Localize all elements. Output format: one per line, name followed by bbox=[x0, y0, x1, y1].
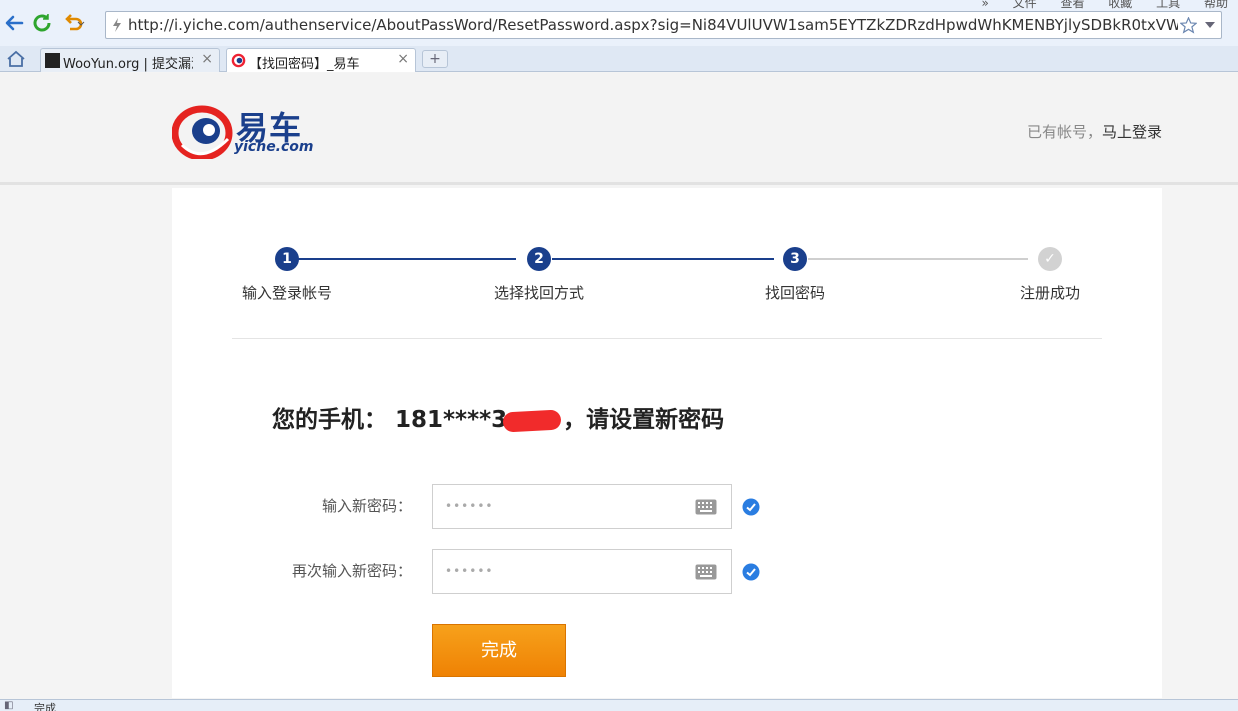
divider bbox=[232, 338, 1102, 339]
logo-text-en: yiche.com bbox=[234, 139, 314, 155]
step-3-label: 找回密码 bbox=[764, 284, 826, 302]
password-mask: •••••• bbox=[445, 499, 494, 513]
status-icon: ◧ bbox=[4, 700, 14, 711]
redaction-mark bbox=[502, 408, 562, 433]
favorite-star-icon[interactable] bbox=[1180, 17, 1197, 34]
new-password-label: 输入新密码： bbox=[321, 497, 412, 515]
menu-tools[interactable]: 工具 bbox=[1156, 0, 1180, 10]
url-input[interactable]: http://i.yiche.com/authenservice/AboutPa… bbox=[105, 11, 1222, 39]
yiche-favicon-icon bbox=[231, 53, 246, 68]
home-icon[interactable] bbox=[6, 50, 26, 68]
valid-check-icon bbox=[742, 498, 760, 516]
close-icon[interactable]: × bbox=[397, 51, 409, 67]
site-header: 易车 yiche.com 已有帐号，马上登录 bbox=[0, 73, 1238, 185]
step-4-label: 注册成功 bbox=[1019, 284, 1081, 302]
step-2-label: 选择找回方式 bbox=[493, 284, 585, 302]
lightning-icon bbox=[113, 18, 121, 32]
phone-number: 181****3 bbox=[395, 407, 508, 433]
password-mask: •••••• bbox=[445, 564, 494, 578]
tab-yiche[interactable]: 【找回密码】_易车 × bbox=[226, 48, 416, 72]
yiche-logo-mark-icon bbox=[172, 105, 233, 159]
step-4-check-icon: ✓ bbox=[1038, 247, 1062, 271]
step-3-circle: 3 bbox=[783, 247, 807, 271]
undo-icon[interactable] bbox=[62, 11, 86, 35]
title-prefix: 您的手机： bbox=[272, 407, 387, 433]
menu-view[interactable]: 查看 bbox=[1060, 0, 1084, 10]
yiche-logo[interactable]: 易车 yiche.com bbox=[172, 103, 314, 163]
keyboard-icon[interactable] bbox=[695, 499, 717, 515]
menu-file[interactable]: 文件 bbox=[1013, 0, 1037, 10]
new-password-input[interactable]: •••••• bbox=[432, 484, 732, 529]
step-1-circle: 1 bbox=[275, 247, 299, 271]
step-connector bbox=[552, 258, 774, 260]
confirm-password-label: 再次输入新密码： bbox=[291, 562, 412, 580]
step-connector bbox=[298, 258, 516, 260]
step-2-circle: 2 bbox=[527, 247, 551, 271]
tab-label: 【找回密码】_易车 bbox=[249, 57, 360, 72]
browser-address-bar: http://i.yiche.com/authenservice/AboutPa… bbox=[0, 0, 1238, 46]
valid-check-icon bbox=[742, 563, 760, 581]
dropdown-arrow-icon[interactable] bbox=[1205, 22, 1215, 29]
title-suffix: ，请设置新密码 bbox=[563, 407, 725, 433]
submit-button[interactable]: 完成 bbox=[432, 624, 566, 677]
login-link[interactable]: 马上登录 bbox=[1102, 123, 1162, 141]
tab-wooyun[interactable]: WooYun.org | 提交漏洞 × bbox=[40, 48, 220, 72]
login-prompt: 已有帐号， bbox=[1026, 123, 1102, 141]
wooyun-favicon-icon bbox=[45, 53, 60, 68]
reset-password-card: 1 2 3 ✓ 输入登录帐号 选择找回方式 找回密码 注册成功 您的手机： 18… bbox=[172, 188, 1162, 698]
new-tab-button[interactable]: + bbox=[422, 50, 448, 68]
menu-favorites[interactable]: 收藏 bbox=[1108, 0, 1132, 10]
status-text: 完成 bbox=[34, 702, 56, 711]
tab-label: WooYun.org | 提交漏洞 bbox=[63, 57, 193, 72]
browser-tab-bar: WooYun.org | 提交漏洞 × 【找回密码】_易车 × bbox=[0, 46, 1238, 72]
login-area: 已有帐号，马上登录 bbox=[1027, 121, 1162, 142]
progress-steps: 1 2 3 ✓ 输入登录帐号 选择找回方式 找回密码 注册成功 bbox=[232, 246, 1102, 306]
browser-status-bar: ◧ 完成 bbox=[0, 699, 1238, 711]
browser-menu: » 文件 查看 收藏 工具 帮助 bbox=[961, 0, 1228, 11]
confirm-password-input[interactable]: •••••• bbox=[432, 549, 732, 594]
step-1-label: 输入登录帐号 bbox=[241, 284, 333, 302]
refresh-icon[interactable] bbox=[30, 11, 54, 35]
back-arrow-icon[interactable] bbox=[2, 11, 26, 35]
menu-help[interactable]: 帮助 bbox=[1204, 0, 1228, 10]
menu-more[interactable]: » bbox=[981, 0, 988, 10]
url-text: http://i.yiche.com/authenservice/AboutPa… bbox=[128, 16, 1178, 34]
step-connector bbox=[808, 258, 1028, 260]
keyboard-icon[interactable] bbox=[695, 564, 717, 580]
phone-title: 您的手机： 181****3 ，请设置新密码 bbox=[272, 400, 724, 434]
close-icon[interactable]: × bbox=[201, 51, 213, 67]
